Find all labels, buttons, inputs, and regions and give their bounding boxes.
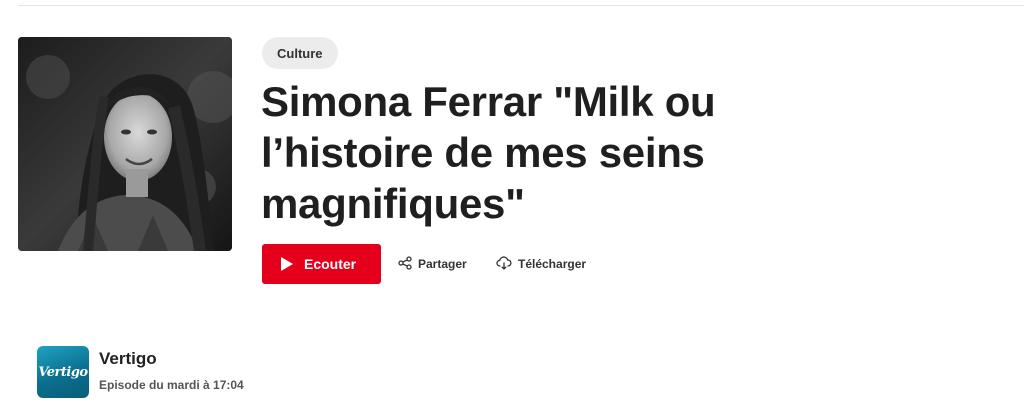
episode-photo [18, 37, 232, 251]
share-label: Partager [418, 257, 467, 271]
play-icon [280, 256, 294, 272]
listen-button-label: Ecouter [304, 256, 357, 272]
episode-title: Simona Ferrar "Milk ou l’histoire de mes… [261, 78, 716, 227]
show-name[interactable]: Vertigo [99, 349, 157, 369]
download-label: Télécharger [518, 257, 587, 271]
share-button[interactable]: Partager [398, 254, 467, 274]
top-divider [18, 5, 1024, 6]
listen-button[interactable]: Ecouter [262, 244, 381, 284]
show-logo-text: Vertigo [38, 364, 88, 380]
show-logo[interactable]: Vertigo [37, 346, 89, 398]
download-button[interactable]: Télécharger [496, 254, 586, 274]
share-icon [398, 255, 418, 273]
cloud-download-icon [496, 255, 518, 273]
category-chip[interactable]: Culture [262, 37, 338, 69]
episode-air-time: Episode du mardi à 17:04 [99, 378, 244, 392]
